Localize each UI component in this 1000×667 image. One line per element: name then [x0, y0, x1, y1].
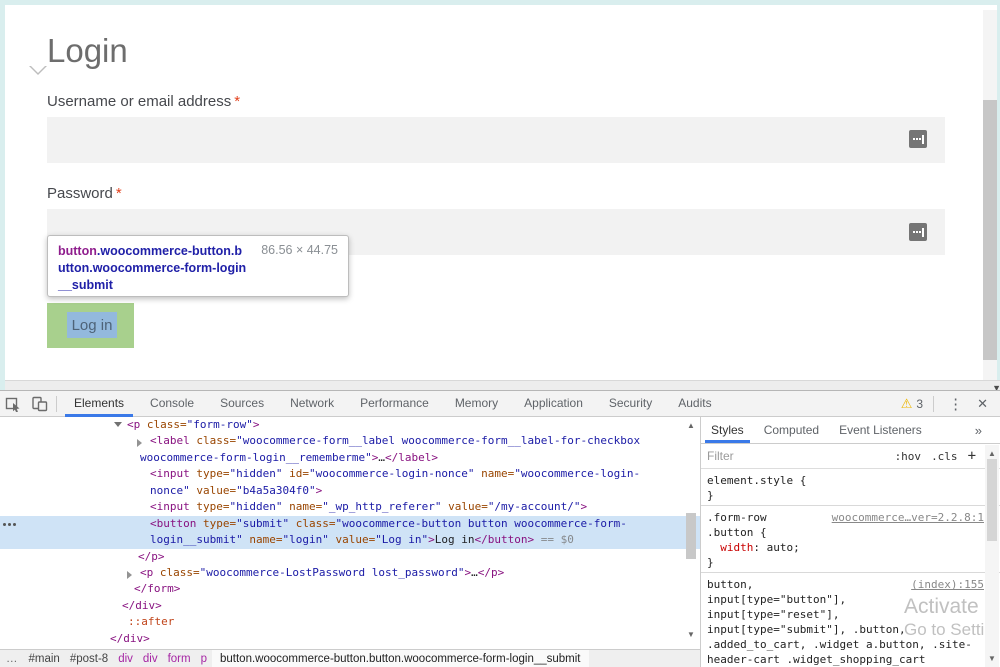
class-toggle[interactable]: .cls: [931, 450, 958, 463]
code-line[interactable]: ::after: [0, 614, 700, 630]
code-line[interactable]: nonce" value="b4a5a304f0">: [0, 483, 700, 499]
collapse-arrow-icon[interactable]: [114, 422, 122, 427]
elements-scrollbar[interactable]: ▲ ▼: [684, 417, 698, 649]
tab-console[interactable]: Console: [137, 391, 207, 417]
username-label: Username or email address*: [47, 93, 240, 110]
tab-network[interactable]: Network: [277, 391, 347, 417]
devtools-menu-icon[interactable]: ⋮: [944, 395, 967, 413]
code-line[interactable]: </div>: [0, 598, 700, 614]
password-manager-icon[interactable]: [909, 223, 927, 241]
code-line[interactable]: </form>: [0, 581, 700, 597]
code-line[interactable]: <input type="hidden" id="woocommerce-log…: [0, 466, 700, 482]
breadcrumb-item[interactable]: #main: [24, 653, 65, 665]
devtools-panel: ElementsConsoleSourcesNetworkPerformance…: [0, 390, 1000, 667]
code-line[interactable]: <input type="hidden" name="_wp_http_refe…: [0, 499, 700, 515]
code-line[interactable]: <p class="woocommerce-LostPassword lost_…: [0, 565, 700, 581]
stylesheet-link[interactable]: (index):155: [911, 578, 984, 591]
code-line[interactable]: login__submit" name="login" value="Log i…: [0, 532, 700, 548]
breadcrumb: …#main#post-8divdivformpbutton.woocommer…: [0, 649, 700, 667]
tab-sources[interactable]: Sources: [207, 391, 277, 417]
device-toolbar-icon[interactable]: [26, 392, 52, 416]
breadcrumb-item[interactable]: form: [163, 653, 196, 665]
login-button-label: Log in: [72, 317, 113, 334]
expand-arrow-icon[interactable]: [127, 571, 132, 579]
page-scrollbar[interactable]: [983, 10, 998, 380]
breadcrumb-overflow[interactable]: …: [0, 653, 24, 665]
scroll-up-icon[interactable]: ▲: [687, 421, 695, 430]
password-label: Password*: [47, 185, 122, 202]
elements-tree: <p class="form-row"><label class="woocom…: [0, 417, 700, 649]
tab-security[interactable]: Security: [596, 391, 665, 417]
devtools-close-icon[interactable]: ✕: [973, 396, 992, 412]
stylesheet-link[interactable]: woocommerce…ver=2.2.8:1: [832, 511, 984, 524]
code-line[interactable]: <button type="submit" class="woocommerce…: [0, 516, 700, 532]
scroll-down-icon[interactable]: ▼: [687, 630, 695, 639]
toolbar-right-cluster: ⚠ 3 ⋮ ✕: [901, 395, 1000, 413]
styles-scrollbar[interactable]: ▲ ▼: [985, 445, 999, 667]
devtools-toolbar: ElementsConsoleSourcesNetworkPerformance…: [0, 391, 1000, 417]
style-rule[interactable]: element.style {}: [701, 469, 1000, 506]
code-line[interactable]: <label class="woocommerce-form__label wo…: [0, 433, 700, 449]
required-asterisk: *: [116, 185, 122, 202]
inspect-highlight-content[interactable]: Log in: [67, 312, 117, 338]
tab-audits[interactable]: Audits: [665, 391, 724, 417]
row-options-icon[interactable]: [3, 523, 6, 526]
toolbar-separator: [933, 396, 934, 412]
inspect-highlight-padding: Log in: [47, 303, 134, 348]
tooltip-dimensions: 86.56 × 44.75: [261, 243, 338, 257]
styles-scrollbar-thumb[interactable]: [987, 459, 997, 541]
page-scrollbar-thumb[interactable]: [983, 100, 998, 360]
scroll-up-icon[interactable]: ▲: [988, 449, 996, 458]
devtools-tabs: ElementsConsoleSourcesNetworkPerformance…: [61, 391, 725, 417]
tab-memory[interactable]: Memory: [442, 391, 511, 417]
code-line[interactable]: </p>: [0, 549, 700, 565]
code-line[interactable]: woocommerce-form-login__rememberme">…</l…: [0, 450, 700, 466]
pseudo-state-toggle[interactable]: :hov: [895, 450, 922, 463]
warning-count[interactable]: 3: [916, 397, 923, 411]
breadcrumb-item[interactable]: div: [138, 653, 163, 665]
page-title: Login: [47, 32, 128, 70]
breadcrumb-item[interactable]: div: [113, 653, 138, 665]
inspect-element-icon[interactable]: [0, 392, 26, 416]
styles-pane: StylesComputedEvent Listeners » :hov .cls…: [700, 417, 1000, 667]
tab-application[interactable]: Application: [511, 391, 596, 417]
tab-performance[interactable]: Performance: [347, 391, 442, 417]
styles-toggles: :hov .cls +: [895, 448, 994, 464]
style-rule[interactable]: (index):155button,input[type="button"],i…: [701, 573, 1000, 667]
toolbar-separator: [56, 396, 57, 412]
styles-tab-styles[interactable]: Styles: [701, 417, 754, 443]
code-line[interactable]: <p class="form-row">: [0, 417, 700, 433]
styles-rules: element.style {}woocommerce…ver=2.2.8:1.…: [701, 469, 1000, 667]
breadcrumb-item-selected[interactable]: button.woocommerce-button.button.woocomm…: [212, 650, 589, 667]
inspect-tooltip: button.woocommerce-button.b utton.woocom…: [47, 235, 349, 297]
scroll-down-icon[interactable]: ▼: [988, 654, 996, 663]
tooltip-arrow: [30, 65, 46, 73]
styles-filter-row: :hov .cls +: [701, 444, 1000, 469]
pm-dots-icon: [913, 231, 921, 233]
styles-tab-computed[interactable]: Computed: [754, 417, 829, 443]
login-page: Login Username or email address* Passwor…: [0, 0, 1000, 390]
tab-elements[interactable]: Elements: [61, 391, 137, 417]
pm-bar-icon: [922, 135, 924, 144]
more-tabs-icon[interactable]: »: [975, 423, 1000, 438]
pm-dots-icon: [913, 138, 921, 140]
screen: Login Username or email address* Passwor…: [0, 0, 1000, 667]
styles-filter-input[interactable]: [707, 449, 857, 463]
username-input[interactable]: [47, 117, 945, 163]
warning-icon[interactable]: ⚠: [901, 396, 913, 412]
styles-pane-tabs: StylesComputedEvent Listeners »: [701, 417, 1000, 444]
expand-arrow-icon[interactable]: [137, 439, 142, 447]
style-rule[interactable]: woocommerce…ver=2.2.8:1.form-row.button …: [701, 506, 1000, 573]
new-style-rule-button[interactable]: +: [968, 448, 976, 464]
breadcrumb-item[interactable]: #post-8: [65, 653, 113, 665]
required-asterisk: *: [234, 93, 240, 110]
elements-scrollbar-thumb[interactable]: [686, 513, 696, 559]
styles-tab-event-listeners[interactable]: Event Listeners: [829, 417, 932, 443]
pm-bar-icon: [922, 228, 924, 237]
code-line[interactable]: </div>: [0, 631, 700, 647]
breadcrumb-item[interactable]: p: [196, 653, 212, 665]
password-manager-icon[interactable]: [909, 130, 927, 148]
